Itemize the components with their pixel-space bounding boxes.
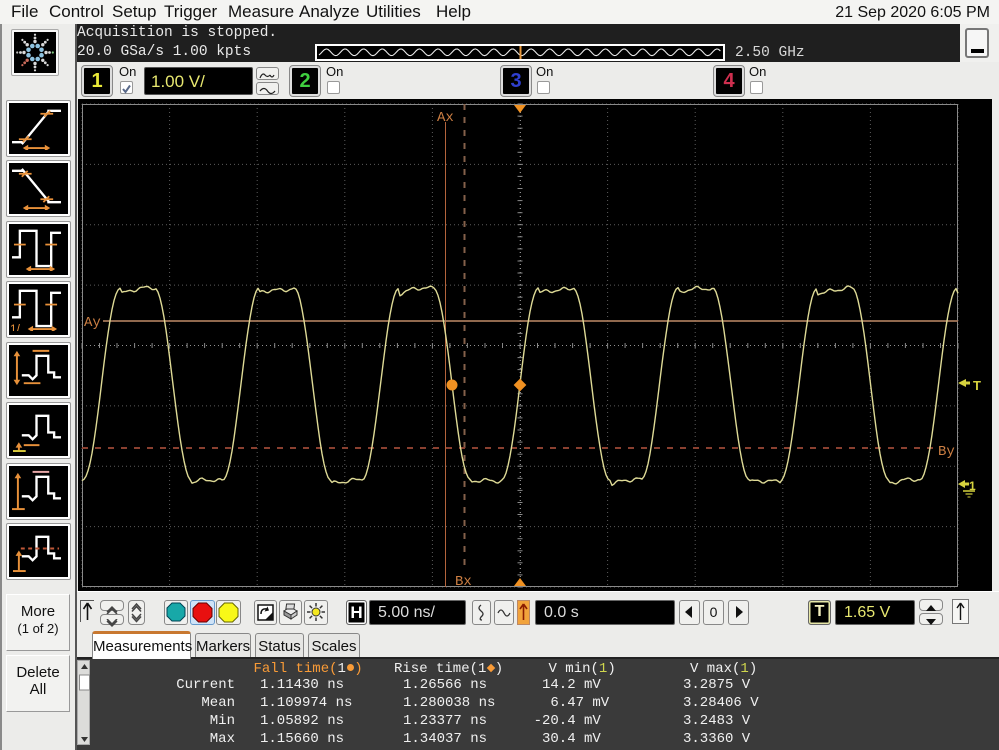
svg-text:1/: 1/ [10,323,21,331]
svg-text:Ay: Ay [84,315,101,331]
svg-text:By: By [938,444,955,460]
svg-text:Ax: Ax [437,110,454,126]
svg-text:T: T [973,378,981,393]
svg-text:Bx: Bx [455,574,472,590]
